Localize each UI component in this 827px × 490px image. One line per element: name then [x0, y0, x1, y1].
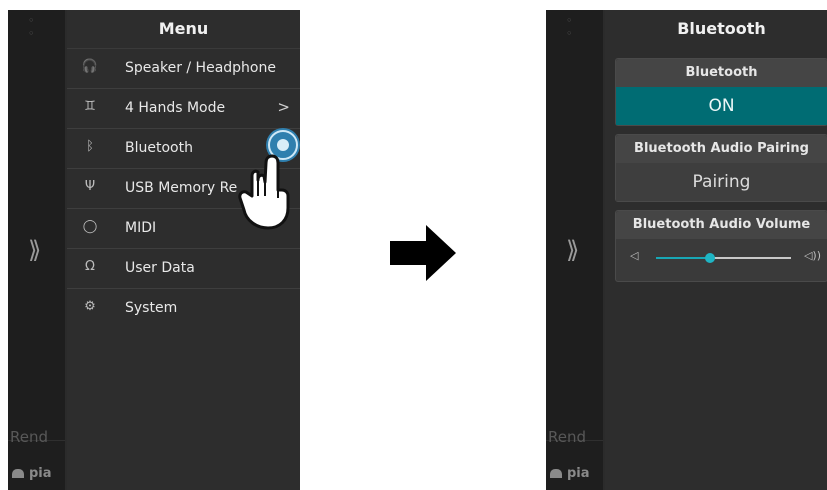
setting-header: Bluetooth Audio Pairing	[616, 135, 827, 163]
expand-chevron-icon[interactable]: ⟫	[566, 236, 579, 264]
gear-icon: ⚙	[84, 299, 96, 314]
menu-item-user-data[interactable]: Ω User Data	[67, 249, 300, 289]
menu-item-speaker-headphone[interactable]: 🎧 Speaker / Headphone	[67, 49, 300, 89]
menu-item-system[interactable]: ⚙ System	[67, 289, 300, 328]
menu-title: Menu	[67, 10, 300, 49]
chevron-right-icon: >	[277, 98, 290, 116]
slider-track[interactable]	[656, 253, 791, 263]
menu-screen: ◦ ◦ ⟫ Rend pia Menu 🎧 Speaker / Headphon…	[8, 10, 300, 490]
menu-item-label: System	[125, 300, 178, 316]
volume-low-icon: ◁	[630, 249, 639, 262]
bluetooth-icon: ᛒ	[86, 139, 94, 154]
sound-label: pia	[29, 466, 52, 481]
menu-item-label: Bluetooth	[125, 140, 193, 156]
tapping-hand-icon	[238, 154, 290, 230]
volume-setting: Bluetooth Audio Volume ◁ ◁))	[615, 210, 827, 282]
volume-slider[interactable]: ◁ ◁))	[616, 239, 827, 281]
pairing-button[interactable]: Pairing	[616, 163, 827, 201]
sound-label: pia	[567, 466, 590, 481]
expand-chevron-icon[interactable]: ⟫	[28, 236, 41, 264]
menu-item-4-hands-mode[interactable]: ♊ 4 Hands Mode >	[67, 89, 300, 129]
status-icons: ◦ ◦	[566, 14, 581, 40]
status-icons: ◦ ◦	[28, 14, 43, 40]
menu-item-label: MIDI	[125, 220, 157, 236]
piano-icon	[550, 469, 562, 478]
menu-item-label: Speaker / Headphone	[125, 60, 276, 76]
headphone-icon: 🎧	[81, 59, 99, 74]
partial-text: Rend	[548, 428, 587, 446]
slider-fill	[656, 257, 710, 259]
menu-panel: Menu 🎧 Speaker / Headphone ♊ 4 Hands Mod…	[67, 10, 300, 490]
background-edge: ◦ ◦ ⟫ Rend pia	[8, 10, 65, 490]
user-icon: Ω	[85, 259, 95, 274]
setting-header: Bluetooth Audio Volume	[616, 211, 827, 239]
sound-name: pia	[12, 466, 52, 481]
volume-high-icon: ◁))	[803, 249, 821, 262]
bluetooth-screen: ◦ ◦ ⟫ Rend pia Bluetooth Bluetooth ON Bl…	[546, 10, 827, 490]
bluetooth-panel: Bluetooth Bluetooth ON Bluetooth Audio P…	[605, 10, 827, 490]
four-hands-icon: ♊	[84, 99, 96, 114]
sound-name: pia	[550, 466, 590, 481]
slider-thumb[interactable]	[705, 253, 715, 263]
menu-item-label: USB Memory Re	[125, 180, 238, 196]
pairing-setting: Bluetooth Audio Pairing Pairing	[615, 134, 827, 202]
bluetooth-toggle[interactable]: ON	[616, 87, 827, 125]
setting-header: Bluetooth	[616, 59, 827, 87]
arrow-right-icon	[390, 225, 456, 281]
midi-icon: ◯	[82, 219, 98, 234]
page-title: Bluetooth	[677, 19, 766, 38]
bluetooth-setting: Bluetooth ON	[615, 58, 827, 126]
piano-icon	[12, 469, 24, 478]
partial-text: Rend	[10, 428, 49, 446]
menu-item-label: User Data	[125, 260, 195, 276]
background-edge: ◦ ◦ ⟫ Rend pia	[546, 10, 603, 490]
menu-item-label: 4 Hands Mode	[125, 100, 226, 116]
usb-icon: Ψ	[84, 179, 96, 194]
